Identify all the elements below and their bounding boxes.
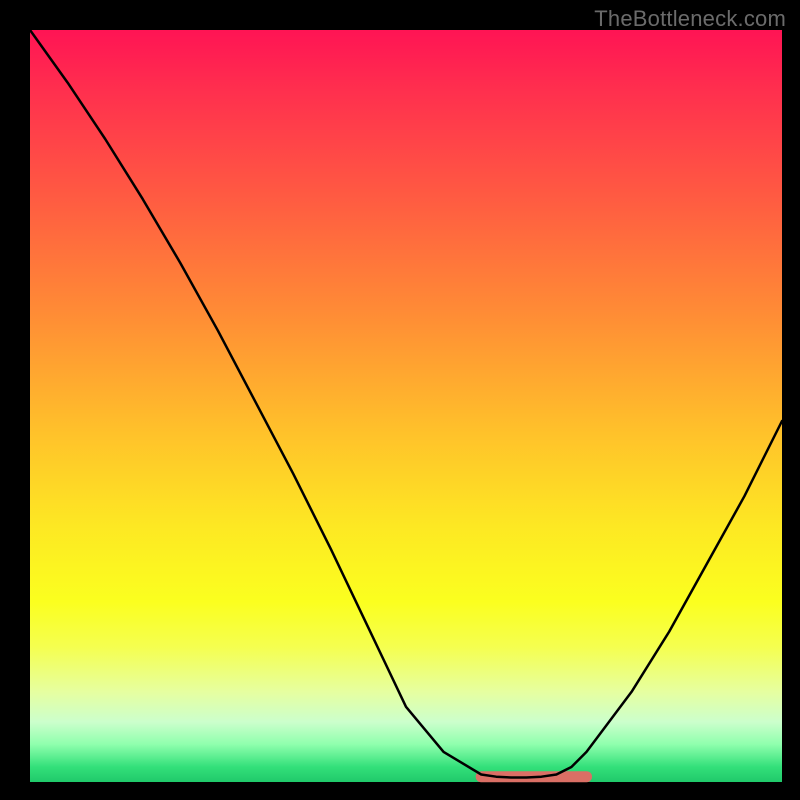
chart-frame: TheBottleneck.com bbox=[0, 0, 800, 800]
plot-panel bbox=[30, 30, 782, 782]
curve-layer bbox=[30, 30, 782, 782]
watermark-text: TheBottleneck.com bbox=[594, 6, 786, 32]
bottleneck-curve bbox=[30, 30, 782, 778]
